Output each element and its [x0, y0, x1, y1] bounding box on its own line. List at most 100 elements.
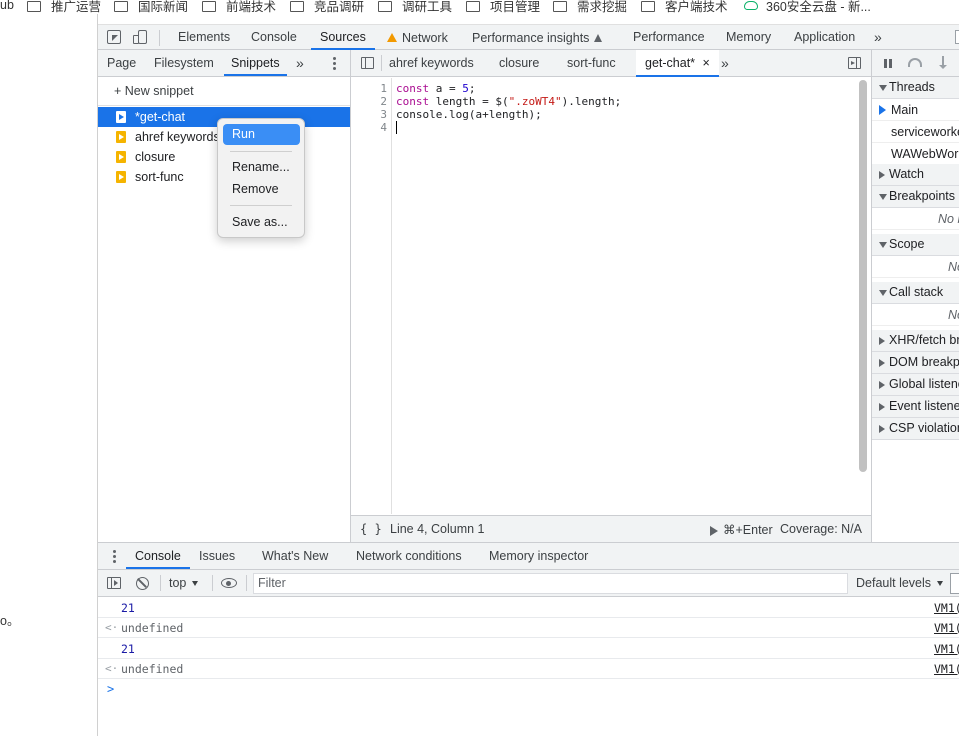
tab-snippets[interactable]: Snippets	[224, 50, 287, 76]
editor-tab-active[interactable]: get-chat* ×	[636, 50, 719, 77]
console-filter-input[interactable]: Filter	[253, 573, 848, 594]
console-source-link[interactable]: VM1(	[934, 598, 959, 618]
inspect-element-icon[interactable]	[107, 30, 121, 44]
context-selector[interactable]: top	[169, 576, 199, 590]
section-event-listeners[interactable]: Event listener	[872, 396, 959, 418]
tab-elements[interactable]: Elements	[178, 25, 230, 50]
new-snippet-button[interactable]: + New snippet	[114, 82, 194, 100]
step-into-icon[interactable]	[939, 56, 947, 69]
bookmark-link[interactable]: 360安全云盘 - 新...	[744, 0, 871, 14]
live-expression-eye-icon[interactable]	[221, 578, 237, 588]
section-label: XHR/fetch br	[889, 333, 959, 347]
empty-placeholder: No	[872, 304, 959, 326]
section-dom-breakpoints[interactable]: DOM breakpo	[872, 352, 959, 374]
issues-counter-badge[interactable]	[955, 30, 959, 44]
section-call-stack[interactable]: Call stack	[872, 282, 959, 304]
section-global-listeners[interactable]: Global listene	[872, 374, 959, 396]
tab-page[interactable]: Page	[107, 50, 136, 76]
tab-filesystem[interactable]: Filesystem	[154, 50, 214, 76]
pretty-print-button[interactable]: { }	[360, 522, 382, 536]
bookmark-folder[interactable]: 客户端技术	[641, 0, 728, 14]
section-watch[interactable]: Watch	[872, 164, 959, 186]
editor-tab[interactable]: closure	[499, 50, 539, 76]
bookmark-folder[interactable]: 国际新闻	[114, 0, 188, 14]
section-label: Global listene	[889, 377, 959, 391]
section-csp-violations[interactable]: CSP violation	[872, 418, 959, 440]
code-text: ;	[468, 82, 476, 95]
kebab-menu-icon[interactable]	[113, 550, 116, 564]
drawer-tab-memory-inspector[interactable]: Memory inspector	[489, 543, 588, 569]
console-source-link[interactable]: VM1(	[934, 659, 959, 679]
menu-item-rename[interactable]: Rename...	[223, 157, 300, 178]
more-tabs-chevron-icon[interactable]: »	[874, 25, 882, 50]
editor-tab[interactable]: ahref keywords	[389, 50, 474, 76]
console-source-link[interactable]: VM1(	[934, 639, 959, 659]
empty-placeholder: No b	[872, 208, 959, 230]
editor-tab[interactable]: sort-func	[567, 50, 616, 76]
bookmark-folder[interactable]: 调研工具	[378, 0, 452, 14]
tab-console[interactable]: Console	[251, 25, 297, 50]
console-prompt[interactable]: >	[107, 682, 114, 696]
drawer-tab-whats-new[interactable]: What's New	[262, 543, 328, 569]
code-line[interactable]: const a = 5;	[396, 82, 476, 95]
section-label: CSP violation	[889, 421, 959, 435]
menu-item-remove[interactable]: Remove	[223, 179, 300, 200]
bookmark-folder[interactable]: 项目管理	[466, 0, 540, 14]
run-snippet-icon[interactable]	[710, 526, 718, 536]
code-line[interactable]: const length = $(".zoWT4").length;	[396, 95, 621, 108]
bookmark-item[interactable]: ub	[0, 0, 14, 14]
toolbar-divider	[159, 30, 160, 46]
log-levels-dropdown[interactable]: Default levels	[856, 576, 944, 590]
more-tabs-chevron-icon[interactable]: »	[721, 50, 729, 76]
bookmark-label: 国际新闻	[138, 0, 189, 14]
console-value: 21	[121, 642, 135, 656]
thread-row[interactable]: serviceworke	[872, 121, 959, 143]
toggle-navigator-icon[interactable]	[361, 57, 374, 69]
code-text: a =	[429, 82, 463, 95]
console-source-link[interactable]: VM1(	[934, 618, 959, 638]
pause-icon[interactable]	[884, 59, 892, 68]
tab-memory[interactable]: Memory	[726, 25, 771, 50]
bookmark-folder[interactable]: 需求挖掘	[553, 0, 627, 14]
menu-item-save-as[interactable]: Save as...	[223, 212, 300, 233]
bookmark-folder[interactable]: 前端技术	[202, 0, 276, 14]
thread-label: WAWebWork	[891, 147, 959, 161]
line-number: 1	[380, 82, 387, 95]
step-over-icon[interactable]	[908, 58, 922, 67]
tab-network[interactable]: Network	[387, 25, 448, 50]
more-tabs-chevron-icon[interactable]: »	[296, 50, 304, 76]
drawer-tab-console[interactable]: Console	[126, 543, 190, 569]
thread-row[interactable]: Main	[872, 99, 959, 121]
section-scope[interactable]: Scope	[872, 234, 959, 256]
clear-console-icon[interactable]	[136, 577, 149, 590]
bookmark-folder[interactable]: 推广运营	[27, 0, 101, 14]
expand-triangle-icon	[879, 242, 887, 248]
tab-label: Network	[402, 30, 448, 45]
thread-row[interactable]: WAWebWork	[872, 143, 959, 165]
sidebar-toggle-icon[interactable]	[107, 577, 121, 589]
section-breakpoints[interactable]: Breakpoints	[872, 186, 959, 208]
menu-item-run[interactable]: Run	[223, 124, 300, 145]
drawer-tab-issues[interactable]: Issues	[199, 543, 235, 569]
return-arrow-icon: <·	[105, 621, 119, 634]
editor-scrollbar[interactable]	[859, 80, 867, 472]
section-threads[interactable]: Threads	[872, 77, 959, 99]
section-xhr-breakpoints[interactable]: XHR/fetch br	[872, 330, 959, 352]
folder-icon	[553, 0, 567, 12]
tab-sources[interactable]: Sources	[311, 25, 375, 50]
tab-performance-insights[interactable]: Performance insights	[472, 25, 603, 50]
text-cursor	[396, 121, 397, 134]
run-shortcut[interactable]: ⌘+Enter	[723, 522, 773, 537]
page-content-strip: o。	[0, 14, 98, 736]
tab-label: get-chat*	[645, 56, 696, 70]
device-toggle-icon[interactable]	[133, 30, 147, 44]
close-icon[interactable]: ×	[703, 56, 710, 70]
toggle-debugger-icon[interactable]	[848, 57, 861, 69]
code-line[interactable]: console.log(a+length);	[396, 108, 542, 121]
console-settings-edge[interactable]	[950, 573, 959, 594]
tab-application[interactable]: Application	[794, 25, 855, 50]
drawer-tab-network-conditions[interactable]: Network conditions	[356, 543, 462, 569]
bookmark-folder[interactable]: 竞品调研	[290, 0, 364, 14]
tab-performance[interactable]: Performance	[633, 25, 705, 50]
kebab-menu-icon[interactable]	[333, 57, 336, 71]
